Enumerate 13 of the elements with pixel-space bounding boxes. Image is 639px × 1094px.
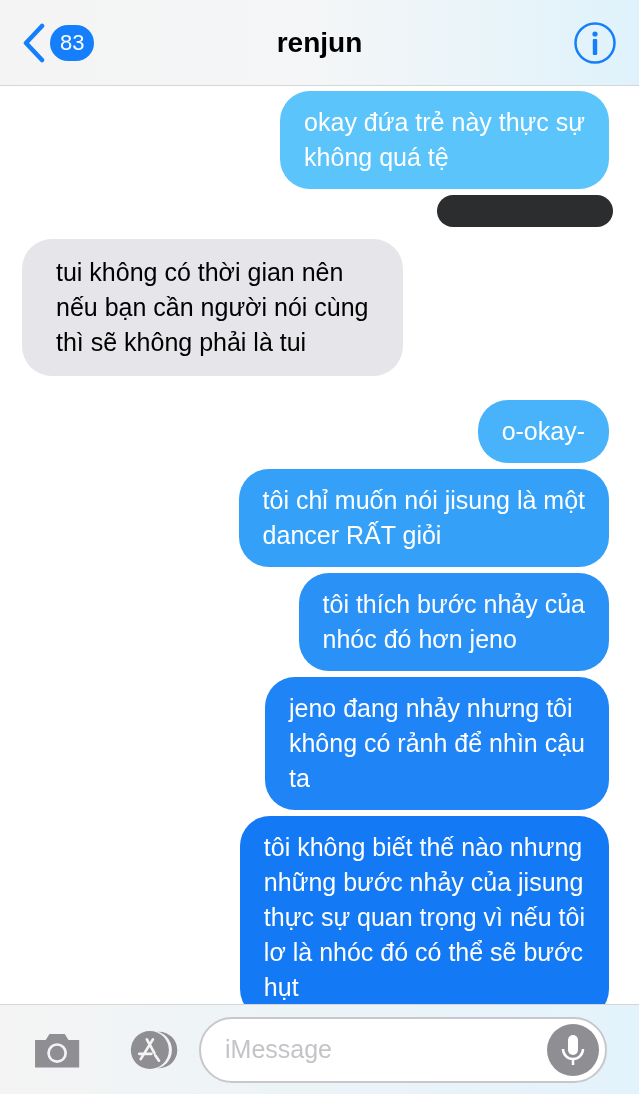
sent-message-bubble: tôi thích bước nhảy của nhóc đó hơn jeno — [298, 573, 609, 671]
microphone-icon[interactable] — [547, 1023, 599, 1076]
received-message-bubble: tui không có thời gian nên nếu bạn cần người nói cùng thì sẽ không phải là tui — [22, 239, 403, 376]
unread-count-badge: 83 — [50, 24, 95, 61]
sent-message-bubble: okay đứa trẻ này thực sự không quá tệ — [280, 91, 609, 189]
info-icon[interactable] — [573, 20, 617, 65]
message-field[interactable]: iMessage — [199, 1016, 607, 1083]
sent-message-bubble: tôi chỉ muốn nói jisung là một dancer RẤT giỏi — [238, 469, 609, 567]
back-chevron-icon[interactable] — [22, 22, 46, 63]
sent-message-bubble: jeno đang nhảy nhưng tôi không có rảnh để nhìn cậu ta — [264, 677, 609, 810]
sent-message-bubble: o-okay- — [477, 400, 609, 463]
contact-name: renjun — [276, 26, 363, 58]
sent-message-bubble: tôi không biết thế nào nhưng những bước nhảy của jisung thực sự quan trọng vì nếu tôi lơ là nhóc đó có thể sẽ bước hụt — [239, 816, 609, 1004]
